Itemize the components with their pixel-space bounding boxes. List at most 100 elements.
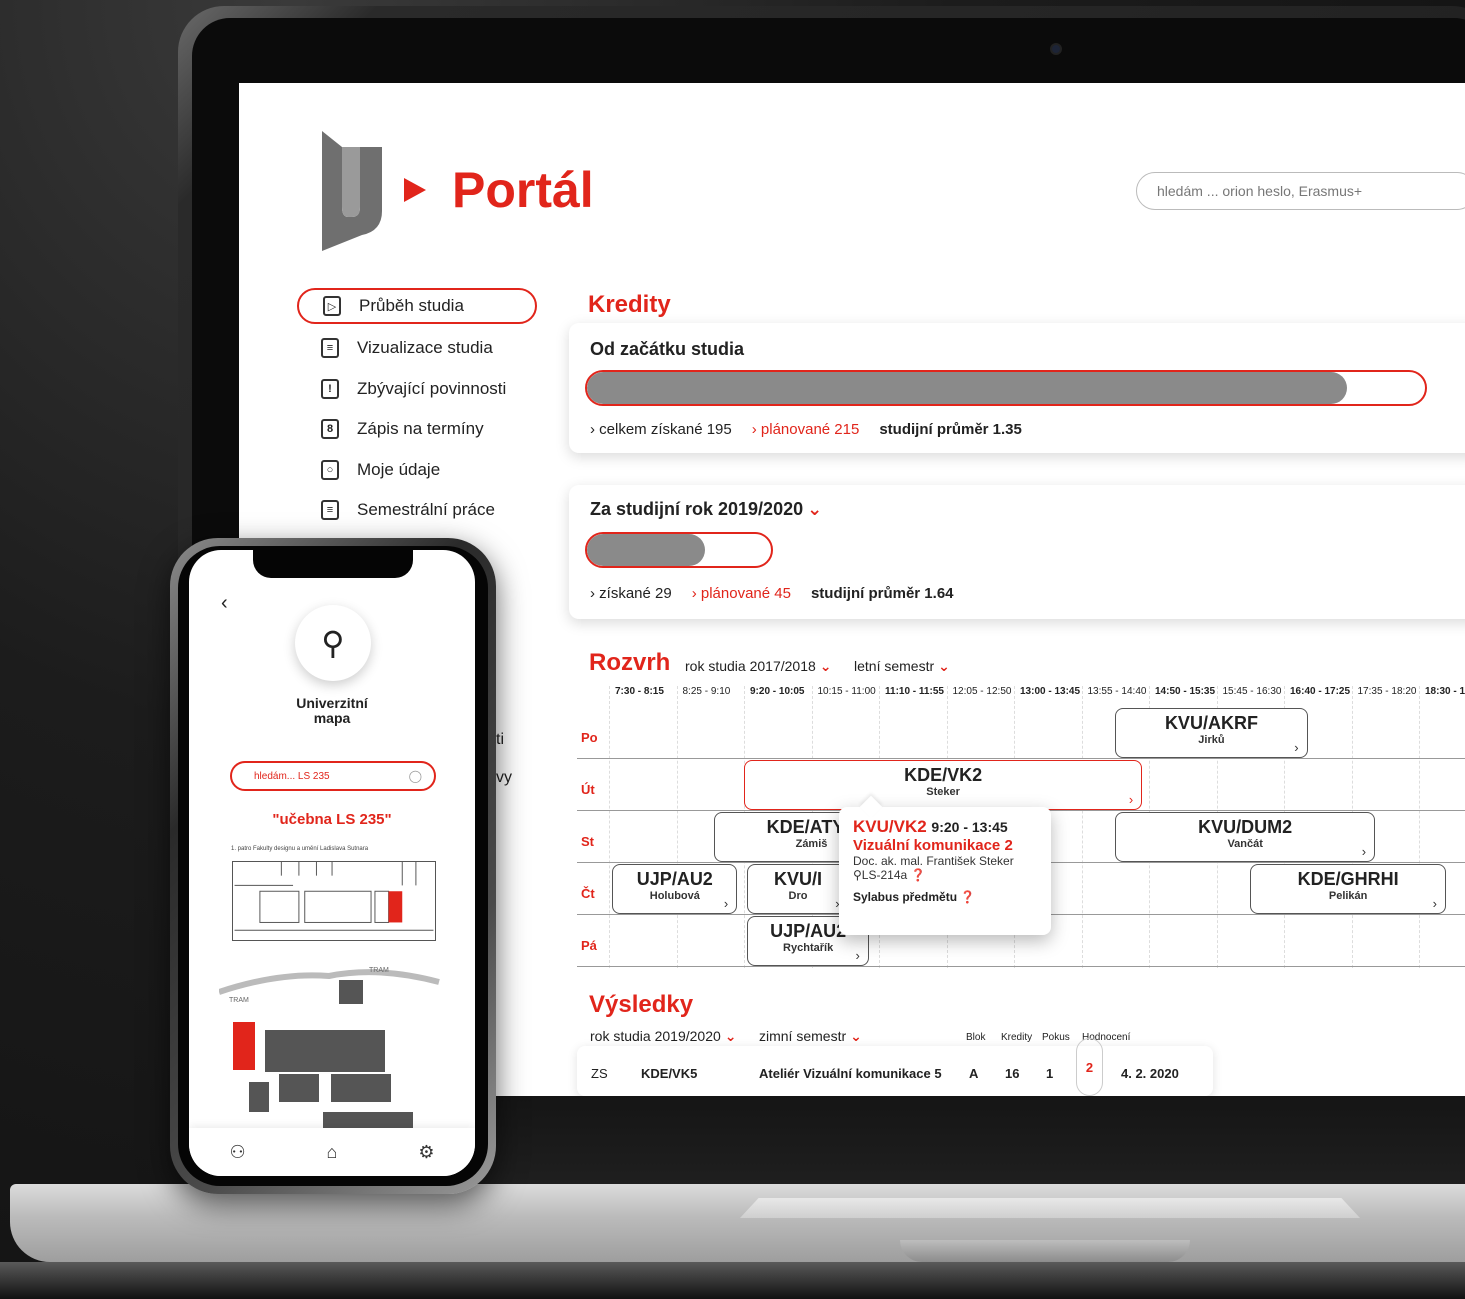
chevron-right-icon: › [1432,896,1437,911]
chevron-right-icon: › [855,948,860,963]
day-label: St [581,834,594,849]
course-popup: KVU/VK2 9:20 - 13:45 Vizuální komunikace… [839,807,1051,935]
class-teacher: Dro [788,890,808,902]
nav-item-semestralni-prace[interactable]: ≡ Semestrální práce [297,490,537,531]
course-code: KDE/VK5 [641,1066,698,1081]
results-semester-select[interactable]: zimní semestr ⌄ [759,1028,862,1045]
class-slot[interactable]: KDE/GHRHI Pelikán › [1250,864,1446,914]
home-icon[interactable]: ⌂ [327,1142,338,1163]
class-code: KVU/I [773,869,822,889]
time-header: 14:50 - 15:35 [1155,686,1216,697]
time-header: 9:20 - 10:05 [750,686,805,697]
location-icon: ⚲ [853,868,862,882]
year-credits-progress [585,532,773,568]
svg-text:TRAM: TRAM [369,967,389,974]
chevron-right-icon: › [723,896,729,911]
phone-notch [253,550,413,578]
planned-link[interactable]: › plánované 45 [692,585,791,602]
class-slot[interactable]: KVU/AKRF Jirků › [1115,708,1308,758]
progress-fill [587,534,706,566]
time-header: 16:40 - 17:25 [1290,686,1351,697]
chevron-right-icon: › [1294,740,1299,755]
chevron-down-icon: ⌄ [819,658,832,674]
class-teacher: Pelikán [1328,890,1368,902]
results-year-select[interactable]: rok studia 2019/2020 ⌄ [590,1028,737,1045]
play-step-icon: ▷ [323,296,341,316]
floor-plan [232,861,436,941]
chevron-right-icon: › [1361,844,1367,859]
class-code: KVU/DUM2 [1198,817,1293,837]
class-slot[interactable]: KVU/DUM2 Vančát › [1115,812,1376,862]
class-teacher: Steker [926,786,960,798]
class-slot[interactable]: KVU/I Dro › [747,864,849,914]
class-code: KDE/VK2 [904,765,983,785]
progress-fill [587,372,1348,404]
laptop-base [0,1184,1465,1299]
planned-link[interactable]: › plánované 215 [752,421,860,438]
time-header: 17:35 - 18:20 [1357,686,1417,697]
results-heading: Výsledky [589,991,694,1018]
earned-link[interactable]: › celkem získané 195 [590,421,732,438]
time-header: 15:45 - 16:30 [1222,686,1282,697]
result-row[interactable]: ZS KDE/VK5 Ateliér Vizuální komunikace 5… [577,1038,1213,1096]
popup-course-name: Vizuální komunikace 2 [853,837,1013,854]
calendar-icon: 8 [321,419,339,440]
time-header: 18:30 - 1 [1425,686,1465,697]
chevron-down-icon: ⌄ [850,1028,862,1044]
card-title: Od začátku studia [590,339,745,359]
chevron-right-icon: › [1128,792,1134,807]
user-card-icon: ○ [321,459,339,480]
document-list-icon: ≡ [321,338,339,359]
day-label: Po [581,730,598,745]
grade: 2 [1076,1038,1103,1096]
camera [1050,43,1062,55]
gpa-value: studijní průměr 1.35 [879,421,1022,438]
phone-title: mapa [313,710,351,726]
schedule-semester-select[interactable]: letní semestr ⌄ [854,658,950,675]
class-teacher: Rychtařík [783,942,834,954]
nav-peek-text: ti [496,731,504,748]
search-input[interactable]: hledám ... orion heslo, Erasmus+ ◯ [1136,172,1465,210]
class-teacher: Vančát [1227,838,1263,850]
phone-title: Univerzitní [296,695,368,711]
settings-icon[interactable]: ⚙ [418,1142,434,1163]
nav-item-zbyvajici-povinnosti[interactable]: ! Zbývající povinnosti [297,369,537,410]
back-icon[interactable]: ‹ [221,592,228,615]
user-icon[interactable]: ⚇ [229,1142,245,1163]
phone-tabbar: ⚇ ⌂ ⚙ [189,1128,475,1176]
sidebar-nav: ▷ Průběh studia ≡ Vizualizace studia ! Z… [297,288,537,531]
nav-item-prubeh-studia[interactable]: ▷ Průběh studia [297,288,537,324]
time-header: 13:55 - 14:40 [1087,686,1147,697]
class-slot[interactable]: UJP/AU2 Holubová › [612,864,738,914]
map-search-input[interactable]: hledám... LS 235 ◯ [230,761,436,791]
credits-heading: Kredity [588,291,671,318]
day-label: Čt [581,886,595,901]
location-pin-icon: ⚲ [295,605,371,681]
time-header: 12:05 - 12:50 [952,686,1012,697]
class-slot[interactable]: KDE/VK2 Steker › [744,760,1143,810]
nav-item-vizualizace-studia[interactable]: ≡ Vizualizace studia [297,328,537,369]
year-stats: › získané 29 › plánované 45 studijní prů… [590,585,954,602]
class-code: KDE/GHRHI [1297,869,1399,889]
credits-year-card: Za studijní rok 2019/2020 ⌄ › získané 29 … [569,485,1465,619]
brand-title: Portál [452,162,594,218]
year-card-title[interactable]: Za studijní rok 2019/2020 ⌄ [590,499,822,520]
schedule-year-select[interactable]: rok studia 2017/2018 ⌄ [685,658,832,675]
campus-map: TRAM TRAM [219,967,440,1142]
syllabus-link[interactable]: Sylabus předmětu ❓ [853,890,1037,904]
nav-item-moje-udaje[interactable]: ○ Moje údaje [297,450,537,491]
earned-link[interactable]: › získané 29 [590,585,672,602]
class-teacher: Holubová [649,890,700,902]
date: 4. 2. 2020 [1121,1066,1179,1081]
nav-item-zapis-na-terminy[interactable]: 8 Zápis na termíny [297,409,537,450]
search-icon: ◯ [408,769,422,783]
time-header: 10:15 - 11:00 [817,686,876,697]
class-code: KVU/AKRF [1164,713,1258,733]
search-result: "učebna LS 235" [272,811,392,828]
schedule-heading: Rozvrh [589,649,671,676]
term: ZS [591,1066,608,1081]
col-header: Kredity [1001,1032,1033,1043]
attempt: 1 [1046,1066,1054,1081]
time-header: 7:30 - 8:15 [615,686,664,697]
play-icon [404,178,426,202]
